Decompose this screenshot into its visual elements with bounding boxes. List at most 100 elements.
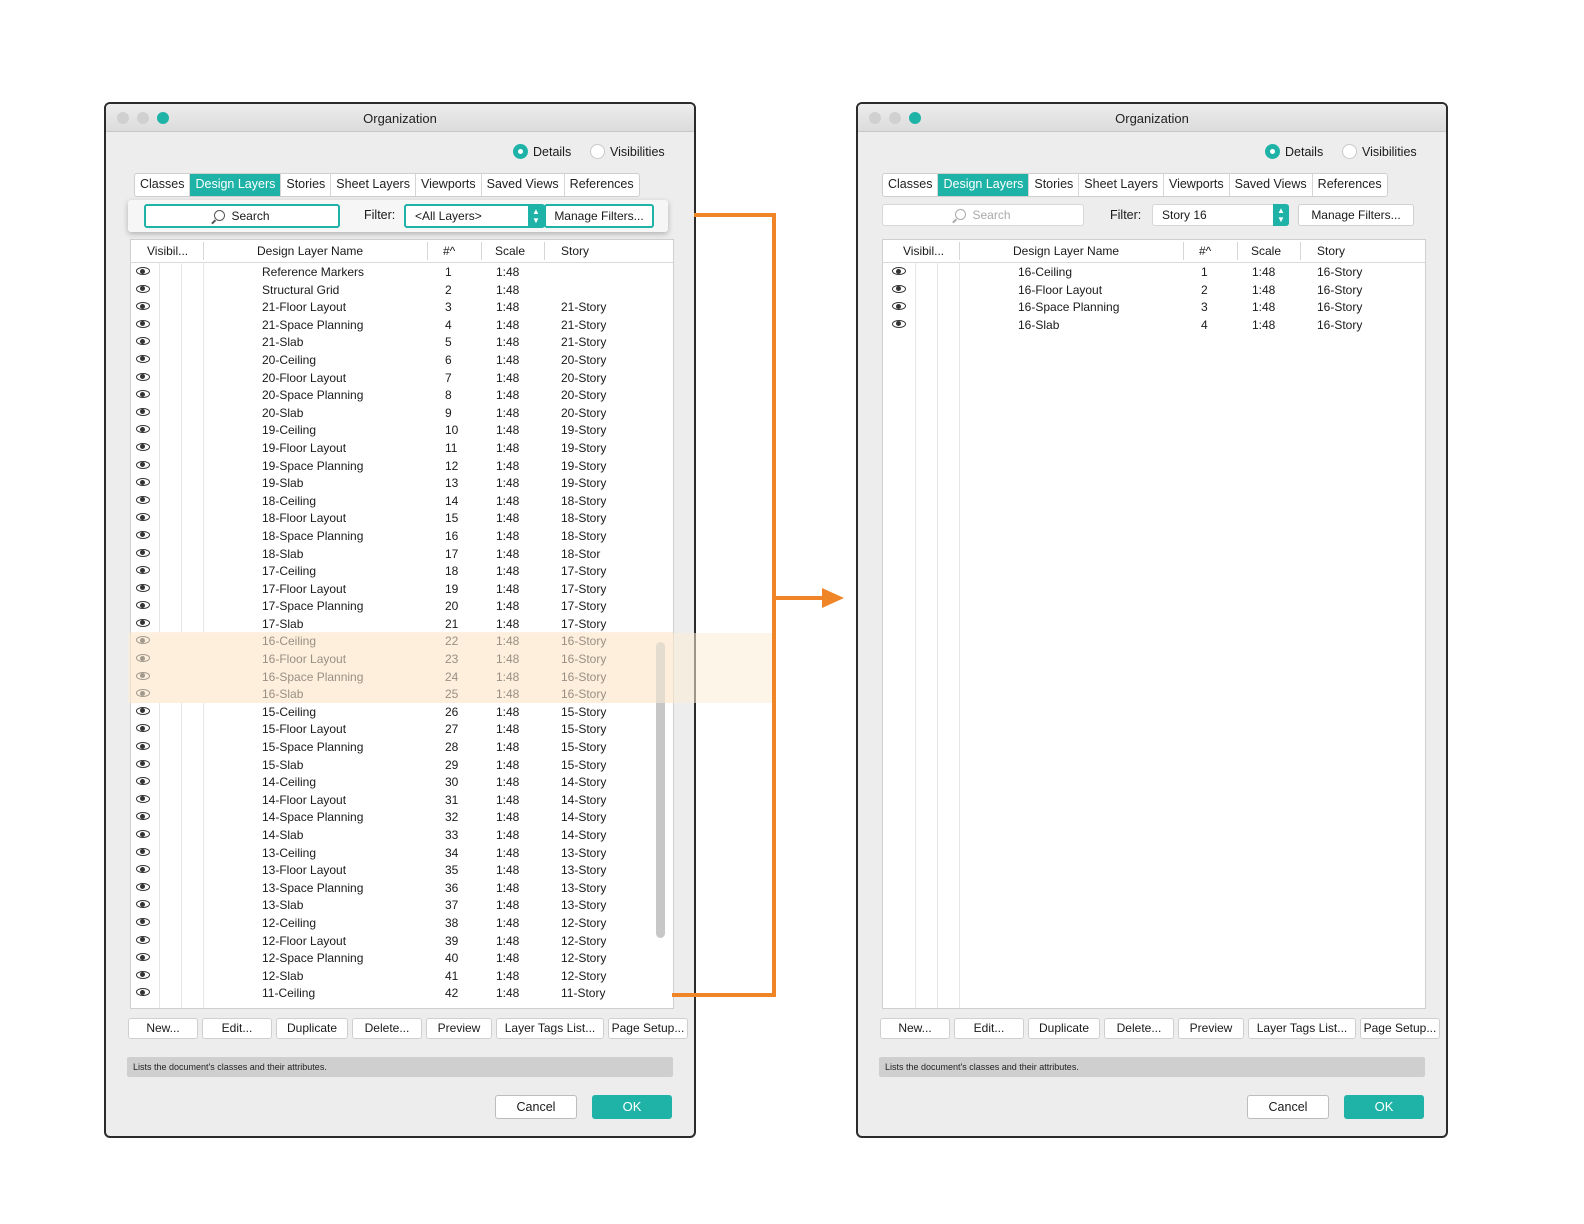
filter-select[interactable]: Story 16 ▲ ▼ xyxy=(1152,204,1289,226)
delete-button[interactable]: Delete... xyxy=(352,1018,422,1039)
table-row[interactable]: 17-Slab 21 1:48 17-Story xyxy=(131,615,673,633)
visibility-eye-icon[interactable] xyxy=(136,794,150,803)
table-row[interactable]: 12-Floor Layout 39 1:48 12-Story xyxy=(131,932,673,950)
table-row[interactable]: 18-Slab 17 1:48 18-Stor xyxy=(131,545,673,563)
duplicate-button[interactable]: Duplicate xyxy=(1028,1018,1100,1039)
visibility-eye-icon[interactable] xyxy=(136,988,150,997)
visibilities-radio[interactable]: Visibilities xyxy=(1342,144,1417,159)
edit-button[interactable]: Edit... xyxy=(202,1018,272,1039)
visibility-eye-icon[interactable] xyxy=(136,478,150,487)
visibility-eye-icon[interactable] xyxy=(136,390,150,399)
tab-saved-views[interactable]: Saved Views xyxy=(482,174,565,196)
visibility-eye-icon[interactable] xyxy=(136,970,150,979)
visibility-eye-icon[interactable] xyxy=(136,407,150,416)
visibility-eye-icon[interactable] xyxy=(136,302,150,311)
table-row[interactable]: 19-Slab 13 1:48 19-Story xyxy=(131,474,673,492)
table-row[interactable]: 15-Space Planning 28 1:48 15-Story xyxy=(131,738,673,756)
visibility-eye-icon[interactable] xyxy=(136,513,150,522)
duplicate-button[interactable]: Duplicate xyxy=(276,1018,348,1039)
table-row[interactable]: 16-Space Planning 24 1:48 16-Story xyxy=(131,667,673,686)
table-row[interactable]: 13-Ceiling 34 1:48 13-Story xyxy=(131,844,673,862)
title-bar[interactable]: Organization xyxy=(858,104,1446,132)
visibility-eye-icon[interactable] xyxy=(136,583,150,592)
table-row[interactable]: 19-Space Planning 12 1:48 19-Story xyxy=(131,457,673,475)
table-row[interactable]: 16-Ceiling 22 1:48 16-Story xyxy=(131,632,673,651)
tab-design-layers[interactable]: Design Layers xyxy=(938,174,1030,196)
table-row[interactable]: Reference Markers 1 1:48 xyxy=(131,263,673,281)
table-row[interactable]: 20-Space Planning 8 1:48 20-Story xyxy=(131,386,673,404)
table-row[interactable]: 12-Space Planning 40 1:48 12-Story xyxy=(131,949,673,967)
visibility-eye-icon[interactable] xyxy=(136,935,150,944)
visibility-eye-icon[interactable] xyxy=(136,548,150,557)
table-row[interactable]: 13-Space Planning 36 1:48 13-Story xyxy=(131,879,673,897)
search-input[interactable]: Search xyxy=(882,204,1084,226)
title-bar[interactable]: Organization xyxy=(106,104,694,132)
table-row[interactable]: 16-Slab 4 1:48 16-Story xyxy=(883,316,1425,334)
table-row[interactable]: 18-Space Planning 16 1:48 18-Story xyxy=(131,527,673,545)
visibility-eye-icon[interactable] xyxy=(136,706,150,715)
visibility-eye-icon[interactable] xyxy=(136,495,150,504)
column-story[interactable]: Story xyxy=(1317,244,1345,258)
tab-references[interactable]: References xyxy=(1313,174,1387,196)
visibility-eye-icon[interactable] xyxy=(136,671,150,680)
visibility-eye-icon[interactable] xyxy=(136,372,150,381)
table-row[interactable]: 16-Floor Layout 2 1:48 16-Story xyxy=(883,281,1425,299)
new-button[interactable]: New... xyxy=(128,1018,198,1039)
table-row[interactable]: 16-Slab 25 1:48 16-Story xyxy=(131,685,673,703)
table-row[interactable]: 21-Slab 5 1:48 21-Story xyxy=(131,333,673,351)
visibility-eye-icon[interactable] xyxy=(136,830,150,838)
table-row[interactable]: 14-Ceiling 30 1:48 14-Story xyxy=(131,773,673,791)
visibility-eye-icon[interactable] xyxy=(136,759,150,768)
column-number[interactable]: #^ xyxy=(1199,244,1211,258)
table-row[interactable]: 12-Ceiling 38 1:48 12-Story xyxy=(131,914,673,932)
table-row[interactable]: 13-Floor Layout 35 1:48 13-Story xyxy=(131,861,673,879)
layer-tags-list-button[interactable]: Layer Tags List... xyxy=(496,1018,604,1039)
visibility-eye-icon[interactable] xyxy=(136,566,150,575)
filter-select[interactable]: <All Layers> ▲ ▼ xyxy=(404,204,545,228)
table-row[interactable]: 16-Ceiling 1 1:48 16-Story xyxy=(883,263,1425,281)
visibility-eye-icon[interactable] xyxy=(136,812,150,821)
visibility-eye-icon[interactable] xyxy=(136,882,150,891)
table-row[interactable]: 19-Ceiling 10 1:48 19-Story xyxy=(131,421,673,439)
column-scale[interactable]: Scale xyxy=(1251,244,1281,258)
tab-stories[interactable]: Stories xyxy=(281,174,332,196)
details-radio[interactable]: Details xyxy=(1265,144,1323,159)
table-row[interactable]: 20-Floor Layout 7 1:48 20-Story xyxy=(131,369,673,387)
page-setup-button[interactable]: Page Setup... xyxy=(608,1018,688,1039)
table-row[interactable]: 13-Slab 37 1:48 13-Story xyxy=(131,896,673,914)
table-row[interactable]: 19-Floor Layout 11 1:48 19-Story xyxy=(131,439,673,457)
table-row[interactable]: 21-Space Planning 4 1:48 21-Story xyxy=(131,316,673,334)
visibility-eye-icon[interactable] xyxy=(136,917,150,926)
preview-button[interactable]: Preview xyxy=(1178,1018,1244,1039)
vertical-scrollbar[interactable] xyxy=(656,642,665,938)
table-row[interactable]: 20-Ceiling 6 1:48 20-Story xyxy=(131,351,673,369)
visibilities-radio[interactable]: Visibilities xyxy=(590,144,665,159)
visibility-eye-icon[interactable] xyxy=(136,618,150,627)
delete-button[interactable]: Delete... xyxy=(1104,1018,1174,1039)
manage-filters-button[interactable]: Manage Filters... xyxy=(1298,204,1414,226)
edit-button[interactable]: Edit... xyxy=(954,1018,1024,1039)
table-row[interactable]: 18-Ceiling 14 1:48 18-Story xyxy=(131,492,673,510)
visibility-eye-icon[interactable] xyxy=(892,284,906,293)
preview-button[interactable]: Preview xyxy=(426,1018,492,1039)
table-row[interactable]: 14-Slab 33 1:48 14-Story xyxy=(131,826,673,844)
ok-button[interactable]: OK xyxy=(592,1095,672,1119)
visibility-eye-icon[interactable] xyxy=(136,425,150,434)
table-row[interactable]: 14-Floor Layout 31 1:48 14-Story xyxy=(131,791,673,809)
visibility-eye-icon[interactable] xyxy=(892,267,906,275)
page-setup-button[interactable]: Page Setup... xyxy=(1360,1018,1440,1039)
visibility-eye-icon[interactable] xyxy=(136,267,150,275)
manage-filters-button[interactable]: Manage Filters... xyxy=(544,204,654,228)
search-input[interactable]: Search xyxy=(144,204,340,228)
tab-references[interactable]: References xyxy=(565,174,639,196)
ok-button[interactable]: OK xyxy=(1344,1095,1424,1119)
column-name[interactable]: Design Layer Name xyxy=(1013,244,1119,258)
column-visibility[interactable]: Visibil... xyxy=(903,244,944,258)
visibility-eye-icon[interactable] xyxy=(892,302,906,311)
visibility-eye-icon[interactable] xyxy=(136,284,150,293)
tab-classes[interactable]: Classes xyxy=(135,174,191,196)
details-radio[interactable]: Details xyxy=(513,144,571,159)
table-row[interactable]: 14-Space Planning 32 1:48 14-Story xyxy=(131,808,673,826)
visibility-eye-icon[interactable] xyxy=(136,777,150,786)
visibility-eye-icon[interactable] xyxy=(136,530,150,539)
